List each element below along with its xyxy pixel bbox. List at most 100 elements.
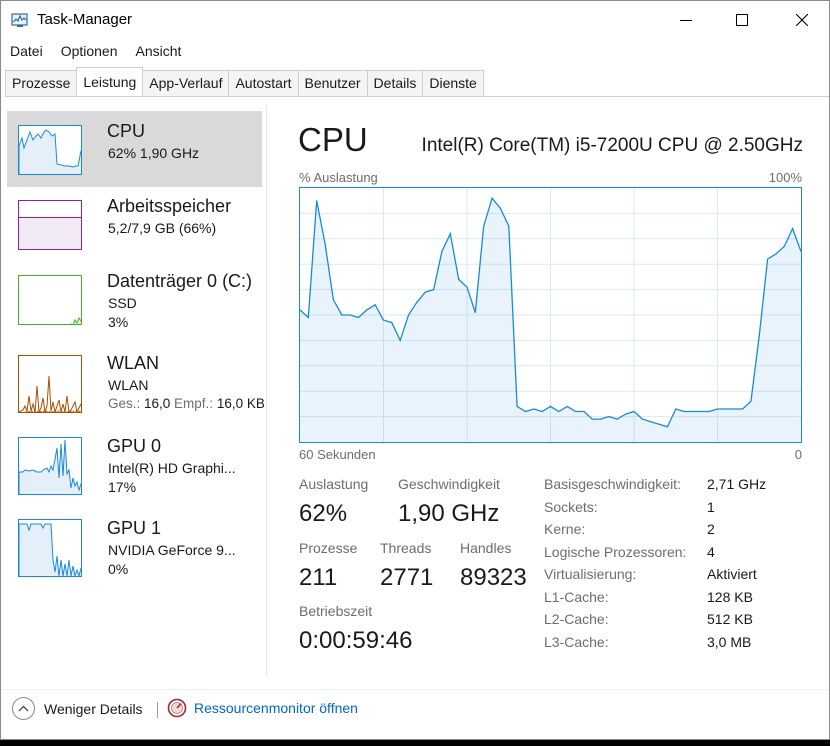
tab-app-verlauf[interactable]: App-Verlauf xyxy=(142,70,230,96)
sidebar-item-disk[interactable]: Datenträger 0 (C:) SSD 3% xyxy=(7,261,262,337)
disk-thumbnail-graph xyxy=(18,275,82,325)
maximize-icon xyxy=(736,14,748,26)
menu-ansicht[interactable]: Ansicht xyxy=(127,41,191,63)
cpu-data-point xyxy=(616,418,618,420)
cpu-data-point xyxy=(792,228,794,230)
sidebar-item-gpu1[interactable]: GPU 1 NVIDIA GeForce 9... 0% xyxy=(7,508,262,584)
tab-dienste[interactable]: Dienste xyxy=(422,70,484,96)
cpu-data-point xyxy=(600,418,602,420)
task-manager-app-icon xyxy=(11,13,28,27)
cpu-data-point xyxy=(675,408,677,410)
info-key: L1-Cache: xyxy=(544,588,609,605)
cpu-data-point xyxy=(366,309,368,311)
cpu-data-point xyxy=(499,207,501,209)
sidebar-memory-title: Arbeitsspeicher xyxy=(107,196,232,216)
sidebar-wlan-throughput: Ges.: 16,0 Empf.: 16,0 KB xyxy=(108,396,265,411)
auslastung-label: Auslastung xyxy=(299,476,369,492)
info-key: Sockets: xyxy=(544,498,598,515)
cpu-data-point xyxy=(650,421,652,423)
info-value: 2,71 GHz xyxy=(707,476,767,492)
cpu-data-point xyxy=(683,410,685,413)
cpu-data-point xyxy=(307,316,309,319)
memory-usage-fill xyxy=(19,217,81,249)
minimize-button[interactable] xyxy=(663,1,709,39)
sidebar-wlan-adapter: WLAN xyxy=(108,377,149,393)
cpu-data-point xyxy=(341,314,343,316)
sidebar-gpu1-title: GPU 1 xyxy=(107,518,162,538)
info-row: Virtualisierung: Aktiviert xyxy=(544,566,814,589)
tab-prozesse[interactable]: Prozesse xyxy=(5,70,78,96)
wlan-send-label: Ges.: xyxy=(108,396,145,411)
fewer-details-button[interactable]: Weniger Details xyxy=(12,697,143,720)
close-button[interactable] xyxy=(779,1,825,39)
cpu-data-point xyxy=(357,316,360,319)
gpu0-thumbnail-graph xyxy=(18,437,82,495)
sidebar-gpu0-usage: 17% xyxy=(108,479,137,495)
info-row: L2-Cache: 512 KB xyxy=(544,611,814,634)
chevron-up-icon xyxy=(12,697,35,720)
footer-separator xyxy=(157,702,158,718)
threads-value: 2771 xyxy=(380,564,434,591)
sidebar-disk-type: SSD xyxy=(108,295,137,311)
info-value: Aktiviert xyxy=(707,566,757,582)
info-row: Kerne: 2 xyxy=(544,521,814,544)
info-row: Sockets: 1 xyxy=(544,499,814,522)
sidebar-memory-usage: 5,2/7,9 GB (66%) xyxy=(108,220,217,236)
wlan-send-value: 16,0 xyxy=(144,396,171,411)
cpu-data-point xyxy=(641,418,643,420)
maximize-button[interactable] xyxy=(719,1,765,39)
sidebar-gpu1-usage: 0% xyxy=(108,561,129,577)
handles-value: 89323 xyxy=(460,564,527,591)
info-key: L3-Cache: xyxy=(544,633,609,650)
tab-divider xyxy=(5,96,829,97)
menu-bar: Datei Optionen Ansicht xyxy=(1,41,190,63)
geschwindigkeit-value: 1,90 GHz xyxy=(398,500,500,527)
task-manager-window: Task-Manager Datei Optionen Ansicht Proz… xyxy=(0,0,830,740)
sidebar-wlan-title: WLAN xyxy=(107,353,160,373)
wlan-receive-label: Empf.: xyxy=(170,396,217,411)
resource-monitor-link[interactable]: Ressourcenmonitor öffnen xyxy=(167,698,358,718)
menu-optionen[interactable]: Optionen xyxy=(52,41,127,63)
cpu-info-table: Basisgeschwindigkeit: 2,71 GHz Sockets: 1 … xyxy=(544,476,814,656)
cpu-data-point xyxy=(449,233,451,235)
tab-leistung[interactable]: Leistung xyxy=(76,67,144,95)
info-key: Logische Prozessoren: xyxy=(544,543,687,560)
sidebar-cpu-title: CPU xyxy=(107,121,146,141)
betriebszeit-value: 0:00:59:46 xyxy=(299,627,413,654)
cpu-data-point xyxy=(591,418,593,420)
cpu-data-point xyxy=(324,243,326,245)
cpu-data-point xyxy=(691,410,694,413)
cpu-data-point xyxy=(533,408,535,410)
cpu-data-point xyxy=(658,423,660,425)
prozesse-value: 211 xyxy=(299,564,338,591)
gpu1-thumbnail-graph xyxy=(18,519,82,577)
cpu-data-point xyxy=(349,314,351,316)
tab-details[interactable]: Details xyxy=(366,70,424,96)
sidebar-item-cpu[interactable]: CPU 62% 1,90 GHz xyxy=(7,111,262,187)
cpu-data-point xyxy=(483,225,485,227)
page-title: CPU xyxy=(298,121,368,158)
cpu-data-point xyxy=(508,225,510,227)
sidebar-item-wlan[interactable]: WLAN WLAN Ges.: 16,0 Empf.: 16,0 KB xyxy=(7,343,265,419)
cpu-data-point xyxy=(725,408,727,410)
cpu-data-point xyxy=(783,245,785,248)
cpu-data-point xyxy=(391,322,393,324)
graph-x-min-label: 0 xyxy=(794,447,802,462)
cpu-usage-chart xyxy=(299,188,802,442)
cpu-detail-panel: CPU Intel(R) Core(TM) i5-7200U CPU @ 2.5… xyxy=(267,99,829,689)
sidebar-item-memory[interactable]: Arbeitsspeicher 5,2/7,9 GB (66%) xyxy=(7,186,262,262)
tab-benutzer[interactable]: Benutzer xyxy=(297,70,368,96)
processor-name: Intel(R) Core(TM) i5-7200U CPU @ 2.50GHz xyxy=(421,135,803,156)
cpu-data-point xyxy=(433,289,435,291)
cpu-data-point xyxy=(416,301,418,303)
threads-label: Threads xyxy=(380,540,432,556)
minimize-icon xyxy=(680,20,692,21)
menu-datei[interactable]: Datei xyxy=(1,41,52,63)
wlan-thumbnail-graph xyxy=(18,355,82,413)
tab-autostart[interactable]: Autostart xyxy=(228,70,299,96)
sidebar-gpu1-name: NVIDIA GeForce 9... xyxy=(108,542,236,558)
cpu-data-point xyxy=(700,410,702,413)
cpu-data-point xyxy=(566,405,568,408)
sidebar-item-gpu0[interactable]: GPU 0 Intel(R) HD Graphi... 17% xyxy=(7,426,262,502)
geschwindigkeit-label: Geschwindigkeit xyxy=(398,476,500,492)
